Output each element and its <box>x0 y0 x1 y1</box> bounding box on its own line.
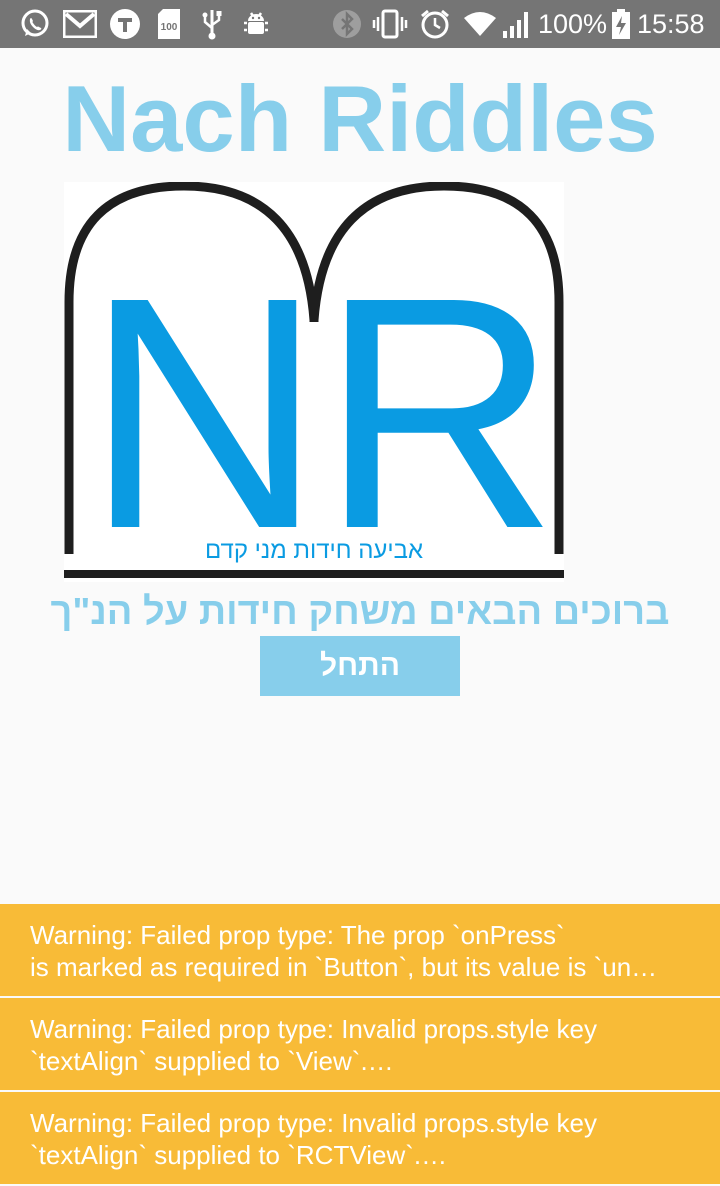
whatsapp-icon <box>18 8 52 40</box>
logo-graphic: N R <box>64 181 564 597</box>
wifi-icon <box>462 8 498 40</box>
usb-icon <box>200 8 224 40</box>
warning-text: is marked as required in `Button`, but i… <box>30 952 658 982</box>
logo-letter-r: R <box>320 228 558 582</box>
alarm-icon <box>418 8 452 40</box>
welcome-text: ברוכים הבאים משחק חידות על הנ"ך <box>50 591 670 633</box>
app-title: Nach Riddles <box>62 66 658 171</box>
android-debug-icon <box>240 8 272 40</box>
bluetooth-icon <box>332 8 362 40</box>
app-logo: N R אביעה חידות מני קדם <box>64 181 564 597</box>
t-app-icon <box>108 8 142 40</box>
logo-tagline: אביעה חידות מני קדם <box>204 537 424 564</box>
warning-item[interactable]: Warning: Failed prop type: Invalid props… <box>0 1092 720 1184</box>
clock: 15:58 <box>637 9 705 39</box>
status-bar: 100 100% 15:58 <box>0 0 720 48</box>
logo-letter-n: N <box>85 228 323 582</box>
warning-list: Warning: Failed prop type: The prop `onP… <box>0 904 720 1186</box>
warning-item[interactable]: Warning: Failed prop type: Invalid props… <box>0 998 720 1090</box>
vibrate-icon <box>372 8 408 40</box>
warning-item[interactable]: Warning: Failed prop type: The prop `onP… <box>0 904 720 996</box>
storage-100-icon: 100 <box>156 8 182 40</box>
signal-icon <box>502 8 532 40</box>
warning-text: `textAlign` supplied to `View`.… <box>30 1046 394 1076</box>
battery-percent: 100% <box>538 9 608 39</box>
warning-text: `textAlign` supplied to `RCTView`.… <box>30 1140 448 1170</box>
warning-text: Warning: Failed prop type: The prop `onP… <box>30 920 565 950</box>
warning-text: Warning: Failed prop type: Invalid props… <box>30 1014 597 1044</box>
warning-text: Warning: Failed prop type: Invalid props… <box>30 1108 597 1138</box>
start-button[interactable]: התחל <box>260 636 460 696</box>
battery-charging-icon <box>610 8 632 40</box>
svg-text:100: 100 <box>161 22 178 33</box>
gmail-icon <box>62 8 98 40</box>
